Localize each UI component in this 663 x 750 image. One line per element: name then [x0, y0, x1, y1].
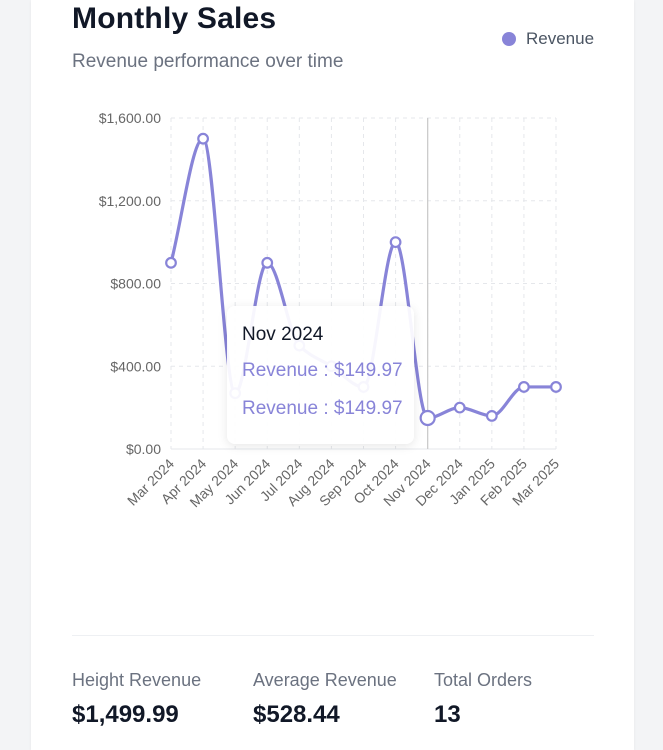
line-chart[interactable]: $0.00$400.00$800.00$1,200.00$1,600.00Mar…: [31, 0, 634, 560]
data-point: [389, 236, 402, 249]
y-tick-label: $0.00: [126, 441, 161, 457]
tooltip-row: Revenue : $149.97: [242, 360, 403, 381]
data-point: [453, 401, 466, 414]
data-point: [518, 381, 530, 393]
active-data-point: [419, 409, 436, 427]
y-tick-label: $1,200.00: [99, 193, 161, 209]
tooltip-title: Nov 2024: [242, 324, 324, 345]
stat-value: $1,499.99: [72, 701, 179, 728]
y-tick-label: $400.00: [110, 358, 161, 374]
chart-tooltip: Nov 2024 Revenue : $149.97 Revenue : $14…: [227, 306, 414, 444]
stat-total-orders: Total Orders 13: [434, 670, 532, 729]
data-point: [550, 381, 562, 393]
stat-average-revenue: Average Revenue $528.44: [253, 670, 397, 729]
stat-label: Height Revenue: [72, 670, 202, 690]
y-tick-label: $1,600.00: [99, 110, 161, 126]
stat-label: Average Revenue: [253, 670, 397, 690]
stat-label: Total Orders: [434, 670, 533, 690]
data-point: [165, 256, 177, 269]
divider: [72, 635, 594, 636]
tooltip-row: Revenue : $149.97: [242, 398, 403, 419]
stat-value: 13: [434, 701, 461, 728]
data-point: [485, 410, 498, 422]
data-point: [261, 256, 274, 269]
stat-value: $528.44: [253, 701, 340, 728]
data-point: [197, 132, 209, 145]
sales-card: Monthly Sales Revenue performance over t…: [31, 0, 634, 750]
stat-highest-revenue: Height Revenue $1,499.99: [72, 670, 201, 729]
y-tick-label: $800.00: [110, 276, 161, 292]
